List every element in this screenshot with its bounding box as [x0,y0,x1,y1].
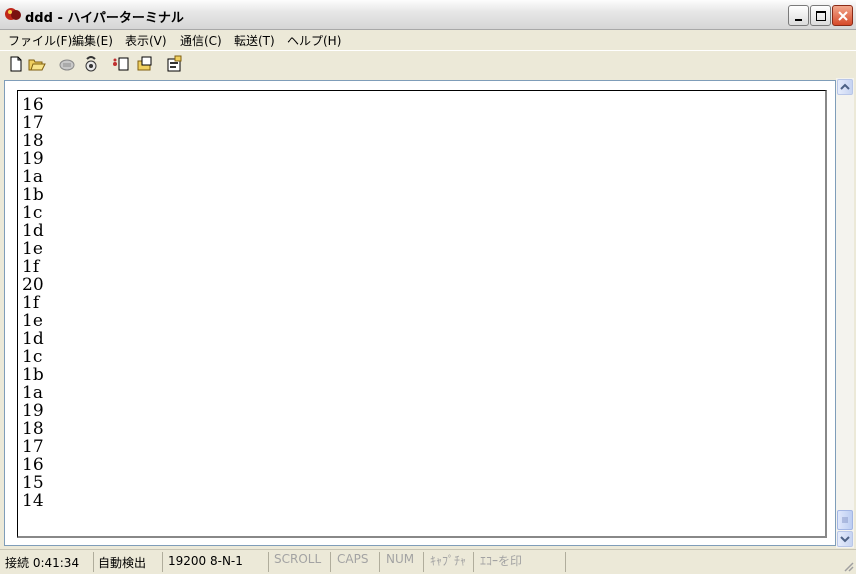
terminal-line: 1d [22,329,44,349]
status-divider [473,552,474,572]
receive-icon[interactable] [136,55,154,73]
terminal-line: 20 [22,275,44,295]
terminal-line: 1f [22,293,40,313]
status-connection-time: 接続 0:41:34 [5,556,80,570]
status-divider [268,552,269,572]
menu-help[interactable]: ヘルプ(H) [287,32,341,49]
window-title: ddd - ハイパーターミナル [25,11,184,26]
terminal-line: 1e [22,311,43,331]
vertical-scrollbar[interactable] [836,78,854,548]
status-caps: CAPS [337,552,369,566]
scroll-thumb[interactable] [837,510,853,530]
status-bar: 接続 0:41:34 自動検出 19200 8-N-1 SCROLL CAPS … [0,549,856,574]
close-button[interactable] [832,5,853,26]
status-port-settings: 19200 8-N-1 [168,554,243,568]
terminal-line: 14 [22,491,44,511]
minimize-button[interactable] [788,5,809,26]
new-icon[interactable] [7,55,25,73]
maximize-button[interactable] [810,5,831,26]
terminal-line: 16 [22,95,44,115]
terminal-output: 16 17 18 19 1a 1b 1c 1d 1e 1f 20 1f 1e 1d 1c 1b 1a 19 18 17… [22,96,44,510]
properties-icon[interactable] [166,55,184,73]
scroll-up-button[interactable] [837,79,853,95]
menu-transfer[interactable]: 転送(T) [234,32,275,49]
terminal-line: 1a [22,167,43,187]
status-echo-print: ｴｺｰを印 [480,554,523,568]
terminal-screen[interactable]: 16 17 18 19 1a 1b 1c 1d 1e 1f 20 1f 1e 1d 1c 1b 1a 19 18 17… [17,90,827,538]
terminal-line: 1a [22,383,43,403]
title-bar: ddd - ハイパーターミナル [0,0,856,30]
terminal-line: 1c [22,347,43,367]
status-divider [423,552,424,572]
status-divider [93,552,94,572]
menu-edit[interactable]: 編集(E) [72,32,113,49]
terminal-line: 1d [22,221,44,241]
terminal-line: 19 [22,401,44,421]
terminal-line: 15 [22,473,44,493]
terminal-line: 1b [22,365,44,385]
terminal-frame: 16 17 18 19 1a 1b 1c 1d 1e 1f 20 1f 1e 1d 1c 1b 1a 19 18 17… [4,80,836,546]
scroll-down-button[interactable] [837,531,853,547]
status-scroll: SCROLL [274,552,322,566]
menu-file[interactable]: ファイル(F) [8,32,72,49]
dial-icon[interactable] [82,55,100,73]
status-divider [162,552,163,572]
status-divider [330,552,331,572]
toolbar [0,50,856,79]
status-capture: ｷｬﾌﾟﾁｬ [430,554,467,568]
menu-bar: ファイル(F) 編集(E) 表示(V) 通信(C) 転送(T) ヘルプ(H) [0,30,856,50]
terminal-line: 1e [22,239,43,259]
terminal-line: 1c [22,203,43,223]
terminal-line: 18 [22,419,44,439]
send-icon[interactable] [112,55,130,73]
terminal-line: 18 [22,131,44,151]
terminal-line: 19 [22,149,44,169]
status-detect: 自動検出 [98,556,147,570]
resize-grip-icon[interactable] [842,560,854,572]
disconnect-icon[interactable] [58,55,76,73]
status-divider [565,552,566,572]
terminal-line: 17 [22,113,44,133]
terminal-line: 1b [22,185,44,205]
status-divider [379,552,380,572]
terminal-line: 16 [22,455,44,475]
open-icon[interactable] [28,55,46,73]
terminal-line: 17 [22,437,44,457]
menu-view[interactable]: 表示(V) [125,32,167,49]
terminal-line: 1f [22,257,40,277]
hyperterminal-app-icon [5,8,21,20]
menu-call[interactable]: 通信(C) [180,32,222,49]
status-num: NUM [386,552,415,566]
